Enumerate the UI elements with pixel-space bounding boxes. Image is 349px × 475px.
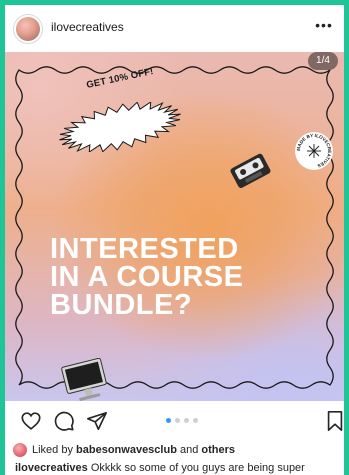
post-header: ilovecreatives ••• [5, 5, 344, 51]
action-bar [5, 405, 344, 437]
caption-username-link[interactable]: ilovecreatives [15, 462, 88, 474]
carousel-indicator [166, 418, 198, 423]
carousel-dot [193, 418, 198, 423]
cassette-tape-icon [230, 153, 271, 188]
paper-plane-icon[interactable] [86, 410, 108, 432]
liker-username-link[interactable]: babesonwavesclub [76, 444, 177, 456]
computer-monitor-icon [61, 358, 107, 401]
made-by-seal-icon: MADE BY ILOVECREATIVES [295, 132, 333, 170]
likes-others-link[interactable]: others [201, 444, 235, 456]
headline-line-1: INTERESTED [50, 233, 239, 265]
post-caption: ilovecreatives Okkkk so some of you guys… [15, 462, 340, 475]
carousel-dot [184, 418, 189, 423]
instagram-post-card: ilovecreatives ••• MADE BY ILOVECREATIVE… [5, 5, 344, 475]
headline-line-2: IN A COURSE [50, 261, 244, 293]
liker-avatar[interactable] [13, 443, 27, 457]
heart-icon[interactable] [20, 410, 42, 432]
headline-line-3: BUNDLE? [50, 289, 193, 321]
likes-prefix: Liked by [32, 444, 73, 456]
more-options-icon[interactable]: ••• [314, 17, 334, 33]
profile-avatar[interactable] [13, 14, 43, 44]
avatar-image [16, 17, 40, 41]
carousel-dot [175, 418, 180, 423]
username-link[interactable]: ilovecreatives [51, 20, 124, 34]
carousel-counter-badge: 1/4 [308, 52, 338, 70]
bookmark-icon[interactable] [325, 410, 344, 432]
comment-icon[interactable] [53, 410, 75, 432]
likes-row: Liked by babesonwavesclub and others [13, 441, 343, 459]
likes-connector: and [179, 444, 199, 456]
post-image[interactable]: MADE BY ILOVECREATIVES INTERESTED IN A C… [5, 52, 344, 401]
starburst-sticker [59, 102, 181, 152]
headline-text: INTERESTED IN A COURSE BUNDLE? [50, 233, 320, 321]
caption-text: Okkkk so some of you guys are being supe… [90, 462, 305, 474]
carousel-dot [166, 418, 171, 423]
